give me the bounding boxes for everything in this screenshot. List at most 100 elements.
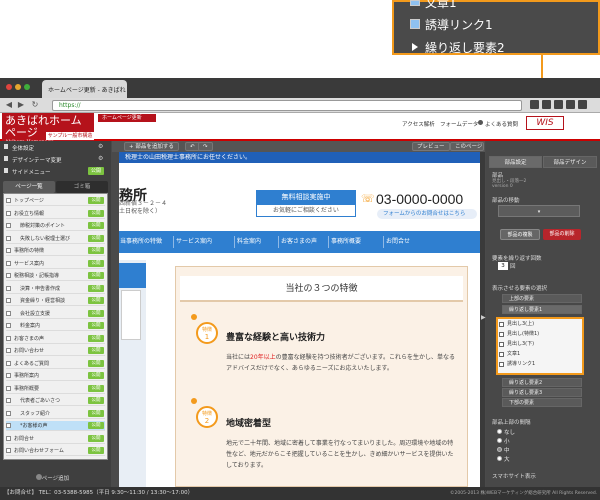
page-list-item[interactable]: お客さまの声 公開 (6, 334, 105, 344)
status-badge[interactable]: 公開 (88, 434, 104, 442)
tree-repeat-1[interactable]: 繰り返し要素1 (502, 305, 582, 314)
tab-part-design[interactable]: 部品デザイン (543, 156, 597, 168)
header-link-analytics[interactable]: アクセス解析 (402, 120, 435, 128)
extension-icon[interactable] (566, 100, 575, 109)
extension-icon[interactable] (542, 100, 551, 109)
checkbox-icon[interactable] (499, 352, 504, 357)
status-badge[interactable]: 公開 (88, 209, 104, 217)
extension-icon[interactable] (554, 100, 563, 109)
status-badge[interactable]: 公開 (88, 197, 104, 204)
redo-button[interactable]: ↷ (198, 142, 213, 151)
form-contact-link[interactable]: フォームからのお問合せはこちら (377, 209, 477, 219)
status-badge[interactable]: 公開 (88, 397, 104, 404)
url-field[interactable]: https:// (52, 100, 522, 111)
page-list-item[interactable]: お問合せ 公開 (6, 434, 105, 444)
tree-bottom-elements[interactable]: 下部の要素 (502, 398, 582, 407)
element-checkbox[interactable]: 見出し(特徴1) (498, 330, 582, 339)
tree-top-elements[interactable]: 上部の要素 (502, 294, 582, 303)
status-badge[interactable]: 公開 (88, 322, 104, 329)
nav-item[interactable]: サービス案内 (176, 231, 212, 253)
tree-repeat-2[interactable]: 繰り返し要素2 (502, 378, 582, 387)
publish-button[interactable]: このページを公開する (450, 142, 484, 151)
page-list-item[interactable]: 代表者ごあいさつ 公開 (6, 396, 105, 406)
status-badge[interactable]: 公開 (88, 309, 104, 317)
status-badge[interactable]: 公開 (88, 447, 104, 454)
radio-none[interactable]: なし (497, 428, 515, 436)
page-list-item[interactable]: サービス案内 公開 (6, 259, 105, 269)
close-window-icon[interactable] (6, 84, 12, 90)
page-list-item[interactable]: お問い合わせフォーム 公開 (6, 446, 105, 456)
duplicate-part-button[interactable]: 部品の複製 (500, 229, 540, 240)
checkbox-icon[interactable] (499, 362, 504, 367)
delete-part-button[interactable]: 部品の削除 (543, 229, 581, 240)
add-part-button[interactable]: + 部品を追加する (124, 142, 179, 151)
radio-medium[interactable]: 中 (497, 446, 510, 454)
status-badge[interactable]: 公開 (88, 384, 104, 392)
page-list-item[interactable]: 事務所概要 公開 (6, 384, 105, 394)
status-badge[interactable]: 公開 (88, 297, 104, 304)
status-badge[interactable]: 公開 (88, 359, 104, 367)
status-badge[interactable]: 公開 (88, 409, 104, 417)
nav-item[interactable]: お客さまの声 (281, 231, 317, 253)
cta-free-consult[interactable]: 無料相談実施中 (256, 190, 356, 204)
page-list-item[interactable]: 税務相談・記帳指導 公開 (6, 271, 105, 281)
extension-icon[interactable] (530, 100, 539, 109)
page-list-item[interactable]: 節税対策のポイント 公開 (6, 221, 105, 231)
site-tab[interactable]: ホームページ更新 (98, 114, 156, 122)
gear-icon[interactable]: ⚙ (98, 143, 103, 150)
page-list-item[interactable]: お問い合わせ 公開 (6, 346, 105, 356)
checkbox-icon[interactable] (499, 322, 504, 327)
browser-tab[interactable]: ホームページ更新 - あきばれ (42, 80, 127, 98)
page-list-item[interactable]: よくあるご質問 公開 (6, 359, 105, 369)
menu-icon[interactable] (578, 100, 587, 109)
status-badge[interactable]: 公開 (88, 422, 104, 429)
page-list-item[interactable]: お役立ち情報 公開 (6, 209, 105, 219)
cta-consult-sub[interactable]: お気軽にご相談ください (256, 204, 356, 217)
nav-item[interactable]: お問合せ (386, 231, 410, 253)
sidemenu-status-badge[interactable]: 公開 (88, 167, 104, 175)
status-badge[interactable]: 公開 (88, 284, 104, 292)
page-list-item[interactable]: 料金案内 公開 (6, 321, 105, 331)
back-icon[interactable]: ◀ (4, 100, 14, 110)
status-badge[interactable]: 公開 (88, 222, 104, 229)
status-badge[interactable]: 公開 (88, 272, 104, 279)
status-badge[interactable]: 公開 (88, 247, 104, 254)
element-checkbox[interactable]: 見出し3(下) (498, 340, 582, 349)
page-list-item[interactable]: 決算・申告書作成 公開 (6, 284, 105, 294)
add-page-button[interactable]: ページ追加 (3, 474, 108, 486)
tab-part-settings[interactable]: 部品設定 (489, 156, 542, 168)
status-badge[interactable]: 公開 (88, 334, 104, 342)
checkbox-icon[interactable] (499, 342, 504, 347)
element-checkbox[interactable]: 文章1 (498, 350, 582, 359)
tab-page-list[interactable]: ページ一覧 (3, 181, 55, 193)
menu-global-settings[interactable]: 全体設定 (8, 141, 38, 153)
page-list-item[interactable]: スタッフ紹介 公開 (6, 409, 105, 419)
tab-trash[interactable]: ゴミ箱 (56, 181, 108, 193)
page-list-item[interactable]: トップページ 公開 (6, 196, 105, 206)
page-list-item[interactable]: 資金繰り・経営相談 公開 (6, 296, 105, 306)
status-badge[interactable]: 公開 (88, 347, 104, 354)
element-checkbox[interactable]: 見出し3(上) (498, 320, 582, 329)
move-control[interactable]: ▾ (498, 205, 580, 217)
chevron-right-icon[interactable]: ▶ (481, 314, 486, 321)
gear-icon[interactable]: ⚙ (98, 155, 103, 162)
forward-icon[interactable]: ▶ (16, 100, 26, 110)
element-checkbox[interactable]: 誘導リンク1 (498, 360, 582, 369)
minimize-window-icon[interactable] (15, 84, 21, 90)
status-badge[interactable]: 公開 (88, 259, 104, 267)
preview-button[interactable]: プレビュー (412, 142, 450, 151)
menu-theme[interactable]: デザインテーマ変更 (8, 153, 66, 165)
checkbox-icon[interactable] (499, 332, 504, 337)
zoom-window-icon[interactable] (24, 84, 30, 90)
status-badge[interactable]: 公開 (88, 234, 104, 242)
radio-small[interactable]: 小 (497, 437, 510, 445)
menu-sidemenu[interactable]: サイドメニュー (8, 165, 55, 177)
reload-icon[interactable]: ↻ (30, 100, 40, 110)
page-list-item[interactable]: 事務所案内 公開 (6, 371, 105, 381)
header-link-formdata[interactable]: フォームデータ (440, 120, 478, 128)
page-list-item[interactable]: *お客様の声 公開 (6, 421, 105, 431)
page-list-item[interactable]: 事務所の特徴 公開 (6, 246, 105, 256)
repeat-count-input[interactable]: 3 (498, 262, 508, 270)
nav-item[interactable]: 事務所概要 (331, 231, 361, 253)
page-list-item[interactable]: 会社設立支援 公開 (6, 309, 105, 319)
